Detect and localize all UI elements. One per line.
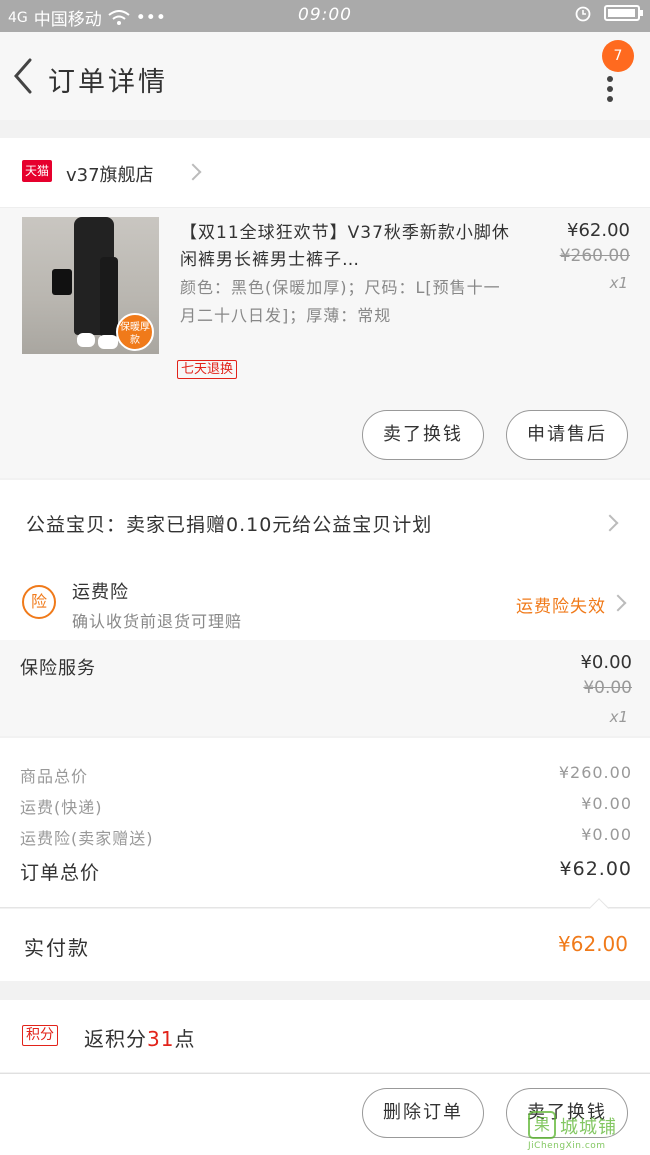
- goods-total-label: 商品总价: [20, 767, 89, 786]
- notification-badge: 7: [602, 40, 634, 72]
- product-item[interactable]: 保暖厚款 【双11全球狂欢节】V37秋季新款小脚休闲裤男长裤男士裤子… 颜色：黑…: [0, 208, 650, 478]
- sell-button[interactable]: 卖了换钱: [362, 410, 484, 460]
- chevron-right-icon: [184, 163, 202, 181]
- return-policy-tag: 七天退换: [177, 360, 238, 379]
- shop-row[interactable]: 天猫 v37旗舰店: [0, 138, 650, 208]
- insurance-status: 运费险失效: [516, 597, 606, 617]
- alarm-icon: [575, 6, 591, 22]
- clock: 09:00: [298, 5, 352, 25]
- delete-order-button[interactable]: 删除订单: [362, 1088, 484, 1138]
- points-text: 返积分31点: [84, 1023, 195, 1052]
- battery-icon: [604, 5, 643, 21]
- points-prefix: 返积分: [84, 1027, 147, 1051]
- shipping-insurance-row[interactable]: 险 运费险 确认收货前退货可理赔 运费险失效: [0, 568, 650, 640]
- order-total-row: 订单总价 ¥62.00: [20, 858, 632, 885]
- watermark-text: 城城铺: [560, 1117, 617, 1138]
- shop-name: v37旗舰店: [66, 165, 154, 186]
- service-quantity: x1: [609, 708, 628, 726]
- insurance-fee-value: ¥0.00: [581, 825, 632, 844]
- shipping-fee-value: ¥0.00: [581, 794, 632, 813]
- charity-row[interactable]: 公益宝贝：卖家已捐赠0.10元给公益宝贝计划: [0, 480, 650, 568]
- price-summary: 商品总价 ¥260.00 运费(快递) ¥0.00 运费险(卖家赠送) ¥0.0…: [0, 738, 650, 918]
- points-tag: 积分: [22, 1025, 58, 1046]
- points-count: 31: [147, 1027, 175, 1051]
- nav-bar: 订单详情 7: [0, 32, 650, 120]
- insurance-fee-row: 运费险(卖家赠送) ¥0.00: [20, 825, 632, 849]
- more-menu-icon[interactable]: [606, 72, 614, 106]
- watermark-url: JiChengXin.com: [528, 1141, 606, 1151]
- product-image-badge: 保暖厚款: [116, 313, 154, 351]
- product-title: 【双11全球狂欢节】V37秋季新款小脚休闲裤男长裤男士裤子…: [180, 223, 510, 270]
- chevron-right-icon: [609, 594, 627, 612]
- insurance-title: 运费险: [72, 582, 129, 603]
- charity-text: 公益宝贝：卖家已捐赠0.10元给公益宝贝计划: [26, 514, 433, 536]
- service-price: ¥0.00: [580, 652, 632, 673]
- order-total-label: 订单总价: [20, 862, 101, 884]
- back-arrow-icon[interactable]: [8, 56, 38, 96]
- status-bar: 4G 中国移动 ••• 09:00: [0, 0, 650, 32]
- shipping-fee-row: 运费(快递) ¥0.00: [20, 794, 632, 818]
- bottom-action-bar: 删除订单 卖了换钱 果 城城铺 JiChengXin.com: [0, 1073, 650, 1155]
- watermark-logo: 果 城城铺 JiChengXin.com: [528, 1107, 644, 1151]
- paid-row: 实付款 ¥62.00: [0, 909, 650, 981]
- goods-total-value: ¥260.00: [558, 763, 632, 782]
- watermark-icon: 果: [528, 1111, 556, 1139]
- insurance-service: 保险服务 ¥0.00 ¥0.00 x1: [0, 640, 650, 736]
- points-row: 积分 返积分31点: [0, 1000, 650, 1072]
- product-spec: 颜色：黑色(保暖加厚)；尺码：L[预售十一月二十八日发]；厚薄：常规: [180, 278, 501, 325]
- product-original-price: ¥260.00: [559, 246, 630, 266]
- insurance-fee-label: 运费险(卖家赠送): [20, 829, 154, 848]
- chevron-right-icon: [601, 514, 619, 532]
- product-image[interactable]: 保暖厚款: [22, 217, 159, 354]
- service-label: 保险服务: [20, 658, 96, 679]
- insurance-icon: 险: [22, 585, 56, 619]
- order-total-value: ¥62.00: [559, 858, 632, 880]
- paid-value: ¥62.00: [558, 932, 628, 956]
- product-price: ¥62.00: [567, 220, 630, 241]
- paid-label: 实付款: [24, 936, 90, 960]
- product-quantity: x1: [609, 274, 628, 292]
- page-title: 订单详情: [48, 67, 168, 98]
- shipping-fee-label: 运费(快递): [20, 798, 103, 817]
- goods-total-row: 商品总价 ¥260.00: [20, 763, 632, 787]
- after-sale-button[interactable]: 申请售后: [506, 410, 628, 460]
- service-original-price: ¥0.00: [583, 678, 632, 698]
- tmall-tag: 天猫: [22, 160, 52, 182]
- insurance-subtitle: 确认收货前退货可理赔: [72, 612, 243, 631]
- points-suffix: 点: [174, 1027, 196, 1051]
